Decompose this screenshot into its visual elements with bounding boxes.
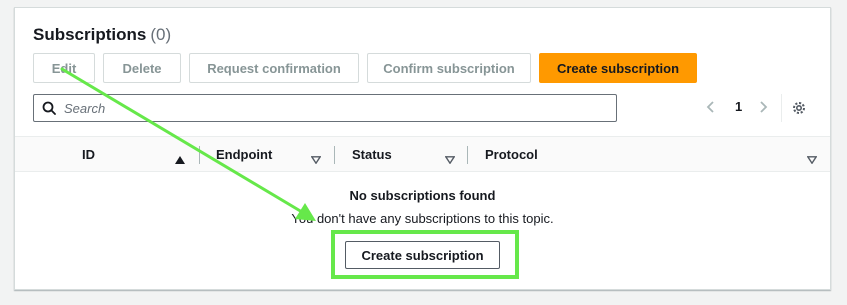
empty-state-title: No subscriptions found (349, 188, 496, 203)
column-header-id[interactable]: ID (82, 147, 95, 162)
column-header-protocol[interactable]: Protocol (485, 147, 538, 162)
table-header: ID Endpoint Status Protocol (15, 136, 830, 172)
chevron-left-icon[interactable] (705, 100, 715, 119)
chevron-right-icon[interactable] (759, 100, 769, 119)
page-title-text: Subscriptions (33, 25, 147, 44)
current-page-number[interactable]: 1 (735, 99, 742, 114)
pager-divider (781, 94, 782, 122)
column-divider (199, 146, 200, 164)
subscription-count: (0) (150, 25, 172, 44)
edit-button[interactable]: Edit (33, 53, 95, 83)
search-icon (42, 101, 56, 120)
confirm-subscription-button[interactable]: Confirm subscription (367, 53, 531, 83)
create-subscription-button[interactable]: Create subscription (539, 53, 697, 83)
page-title: Subscriptions (0) (33, 25, 171, 45)
search-field[interactable] (33, 94, 617, 122)
sort-down-icon[interactable] (310, 151, 322, 169)
sort-down-icon[interactable] (444, 151, 456, 169)
column-header-endpoint[interactable]: Endpoint (216, 147, 272, 162)
column-divider (467, 146, 468, 164)
sort-down-icon[interactable] (806, 151, 818, 169)
settings-gear-icon[interactable] (791, 100, 807, 121)
empty-state-message: You don't have any subscriptions to this… (291, 211, 554, 226)
search-input[interactable] (62, 98, 602, 118)
delete-button[interactable]: Delete (103, 53, 181, 83)
column-divider (334, 146, 335, 164)
request-confirmation-button[interactable]: Request confirmation (189, 53, 359, 83)
sort-ascending-icon[interactable] (175, 151, 185, 169)
annotation-highlight-box (331, 230, 519, 279)
column-header-status[interactable]: Status (352, 147, 392, 162)
